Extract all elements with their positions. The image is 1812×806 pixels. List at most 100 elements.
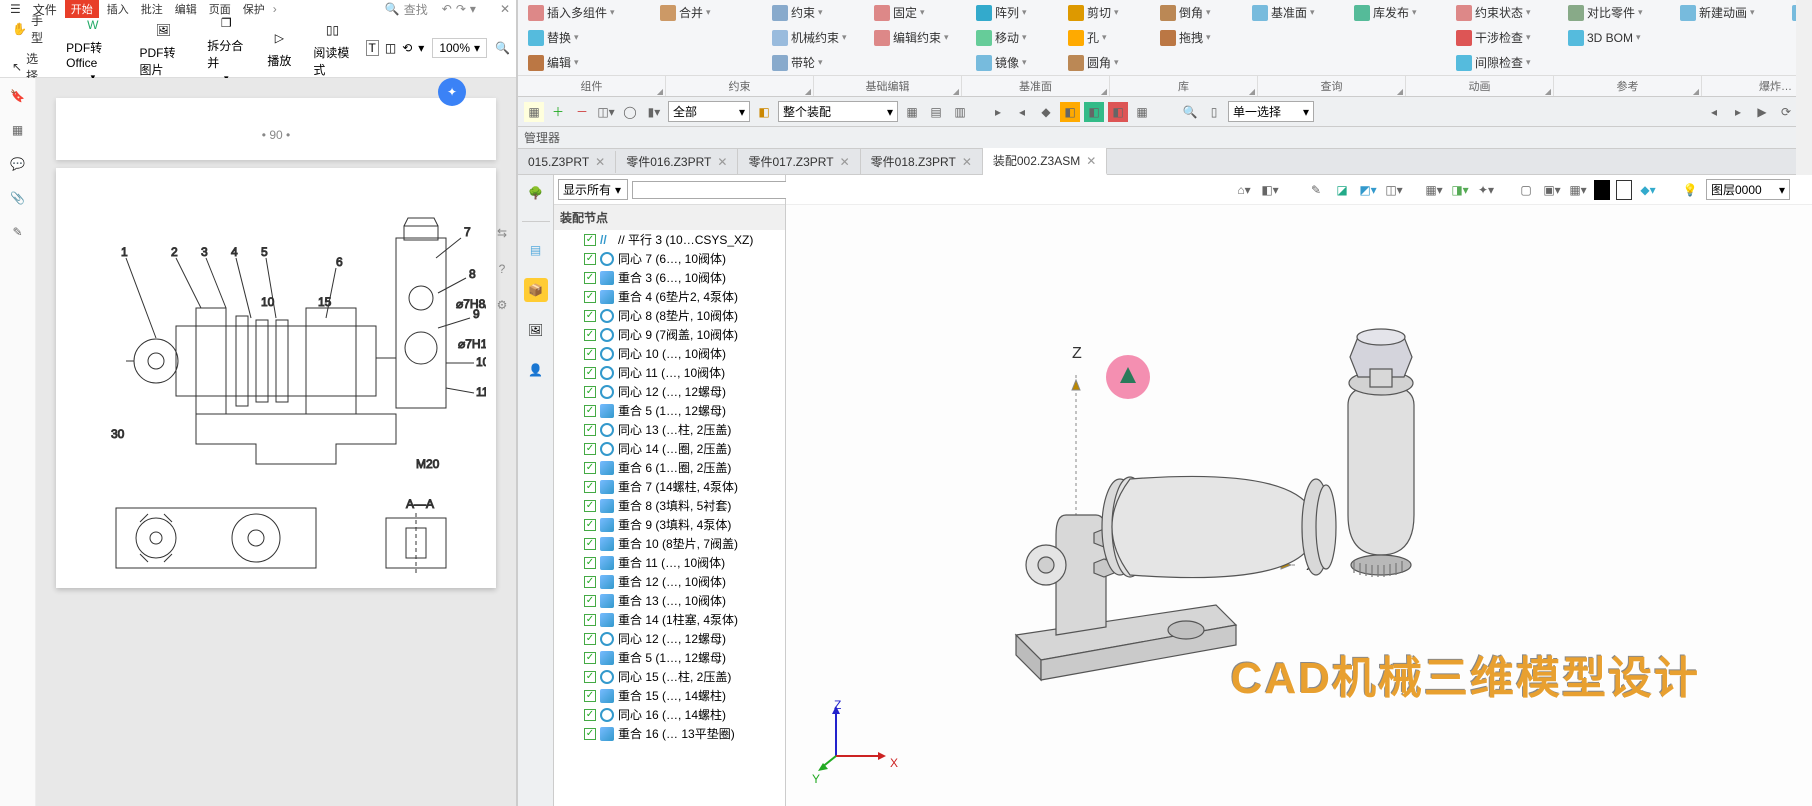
nav2-icon[interactable]: ▸ [1728, 102, 1748, 122]
vp-box1-icon[interactable]: ◪ [1332, 180, 1352, 200]
vp-white-icon[interactable] [1616, 180, 1632, 200]
checkbox-icon[interactable]: ✓ [584, 272, 596, 284]
model-viewport[interactable]: Z X [786, 205, 1812, 806]
tab-protect[interactable]: 保护 [239, 1, 269, 17]
checkbox-icon[interactable]: ✓ [584, 595, 596, 607]
close-tab-icon[interactable]: ✕ [717, 155, 727, 169]
checkbox-icon[interactable]: ✓ [584, 234, 596, 246]
ribbon-btn[interactable] [1154, 52, 1244, 73]
ribbon-btn[interactable]: 插入多组件▾ [522, 2, 652, 23]
ribbon-btn[interactable]: 圆角▾ [1062, 52, 1152, 73]
assembly-icon[interactable]: ◧ [754, 102, 774, 122]
package-icon[interactable]: 📦 [524, 278, 548, 302]
constraint-item[interactable]: ✓重合 16 (… 13平垫圈) [554, 724, 785, 743]
constraint-item[interactable]: ✓重合 5 (1…, 12螺母) [554, 401, 785, 420]
t9-icon[interactable]: ◧ [1108, 102, 1128, 122]
dropdown-icon[interactable]: ▾ [418, 41, 424, 55]
ribbon-btn[interactable] [654, 27, 764, 48]
vp-s3-icon[interactable]: ▦▾ [1568, 180, 1588, 200]
constraint-item[interactable]: ✓重合 8 (3填料, 5衬套) [554, 496, 785, 515]
constraint-item[interactable]: ✓重合 4 (6垫片2, 4泵体) [554, 287, 785, 306]
checkbox-icon[interactable]: ✓ [584, 690, 596, 702]
ribbon-btn[interactable]: 阵列▾ [970, 2, 1060, 23]
tab-annotate[interactable]: 批注 [137, 1, 167, 17]
ribbon-btn[interactable] [868, 52, 968, 73]
constraint-item[interactable]: ✓重合 14 (1柱塞, 4泵体) [554, 610, 785, 629]
zoom-in-icon[interactable]: 🔍 [495, 41, 510, 55]
vp-box2-icon[interactable]: ◩▾ [1358, 180, 1378, 200]
ribbon-btn[interactable]: 编辑▾ [522, 52, 652, 73]
ribbon-btn[interactable]: 倒角▾ [1154, 2, 1244, 23]
ribbon-btn[interactable]: 孔▾ [1062, 27, 1152, 48]
file-tab[interactable]: 015.Z3PRT✕ [518, 151, 616, 173]
user-icon[interactable]: 👤 [524, 358, 548, 382]
box-icon[interactable]: ◫▾ [596, 102, 616, 122]
vp-cube-icon[interactable]: ◧▾ [1260, 180, 1280, 200]
filter-icon[interactable]: ▦ [524, 102, 544, 122]
checkbox-icon[interactable]: ✓ [584, 614, 596, 626]
checkbox-icon[interactable]: ✓ [584, 291, 596, 303]
constraint-item[interactable]: ✓重合 10 (8垫片, 7阀盖) [554, 534, 785, 553]
ribbon-btn[interactable]: 3D BOM▾ [1562, 27, 1672, 48]
ribbon-btn[interactable]: 约束状态▾ [1450, 2, 1560, 23]
zoom-level[interactable]: 100%▾ [432, 38, 487, 58]
minus-icon[interactable]: － [572, 102, 592, 122]
constraint-item[interactable]: ✓同心 16 (…, 14螺柱) [554, 705, 785, 724]
ribbon-btn[interactable] [1246, 52, 1346, 73]
stamp-icon[interactable]: ✎ [8, 222, 28, 242]
view-triad[interactable] [816, 696, 896, 776]
checkbox-icon[interactable]: ✓ [584, 348, 596, 360]
ribbon-btn[interactable] [1348, 27, 1448, 48]
chevron-down-icon[interactable]: ▾ [470, 2, 476, 16]
pdf-to-image[interactable]: 🖼PDF转图片 [134, 18, 194, 78]
plus-icon[interactable]: ＋ [548, 102, 568, 122]
t4-icon[interactable]: ▸ [988, 102, 1008, 122]
tree-view-icon[interactable]: 🌳 [524, 181, 548, 205]
constraint-item[interactable]: ✓同心 14 (…圈, 2压盖) [554, 439, 785, 458]
ribbon-btn[interactable]: 带轮▾ [766, 52, 866, 73]
tab-page[interactable]: 页面 [205, 1, 235, 17]
t5-icon[interactable]: ◂ [1012, 102, 1032, 122]
constraint-item[interactable]: ✓同心 15 (…柱, 2压盖) [554, 667, 785, 686]
t11-icon[interactable]: 🔍 [1180, 102, 1200, 122]
ribbon-btn[interactable]: 基准面▾ [1246, 2, 1346, 23]
checkbox-icon[interactable]: ✓ [584, 310, 596, 322]
t12-icon[interactable]: ▯ [1204, 102, 1224, 122]
t6-icon[interactable]: ◆ [1036, 102, 1056, 122]
constraint-item[interactable]: ✓同心 10 (…, 10阀体) [554, 344, 785, 363]
tab-insert[interactable]: 插入 [103, 1, 133, 17]
file-tab[interactable]: 零件018.Z3PRT✕ [861, 149, 983, 174]
vp-home-icon[interactable]: ⌂▾ [1234, 180, 1254, 200]
undo-icon[interactable]: ↶ [442, 2, 452, 16]
vp-s2-icon[interactable]: ▣▾ [1542, 180, 1562, 200]
constraint-item[interactable]: ✓重合 15 (…, 14螺柱) [554, 686, 785, 705]
filter-all-dropdown[interactable]: 全部▾ [668, 101, 750, 122]
ribbon-btn[interactable] [1562, 52, 1672, 73]
attachment-icon[interactable]: 📎 [8, 188, 28, 208]
circle-icon[interactable]: ◯ [620, 102, 640, 122]
constraint-item[interactable]: ✓重合 3 (6…, 10阀体) [554, 268, 785, 287]
nav3-icon[interactable]: ▶ [1752, 102, 1772, 122]
t7-icon[interactable]: ◧ [1060, 102, 1080, 122]
bulb-icon[interactable]: 💡 [1680, 180, 1700, 200]
constraint-item[interactable]: ✓//// 平行 3 (10…CSYS_XZ) [554, 230, 785, 249]
crop-icon[interactable]: ◫ [385, 41, 396, 55]
file-menu[interactable]: 文件 [29, 1, 61, 18]
checkbox-icon[interactable]: ✓ [584, 709, 596, 721]
pdf-to-office[interactable]: WPDF转Office▾ [60, 13, 125, 83]
tree-root[interactable]: 装配节点 [554, 205, 785, 230]
nav4-icon[interactable]: ⟳ [1776, 102, 1796, 122]
nav1-icon[interactable]: ◂ [1704, 102, 1724, 122]
constraint-item[interactable]: ✓重合 13 (…, 10阀体) [554, 591, 785, 610]
checkbox-icon[interactable]: ✓ [584, 424, 596, 436]
ribbon-btn[interactable]: 镜像▾ [970, 52, 1060, 73]
checkbox-icon[interactable]: ✓ [584, 519, 596, 531]
assembly-scope-dropdown[interactable]: 整个装配▾ [778, 101, 898, 122]
ribbon-btn[interactable] [1348, 52, 1448, 73]
constraint-item[interactable]: ✓同心 11 (…, 10阀体) [554, 363, 785, 382]
text-tool-icon[interactable]: T [366, 40, 379, 56]
ribbon-btn[interactable]: 机械约束▾ [766, 27, 866, 48]
checkbox-icon[interactable]: ✓ [584, 253, 596, 265]
close-icon[interactable]: ✕ [500, 2, 510, 16]
t3-icon[interactable]: ▥ [950, 102, 970, 122]
